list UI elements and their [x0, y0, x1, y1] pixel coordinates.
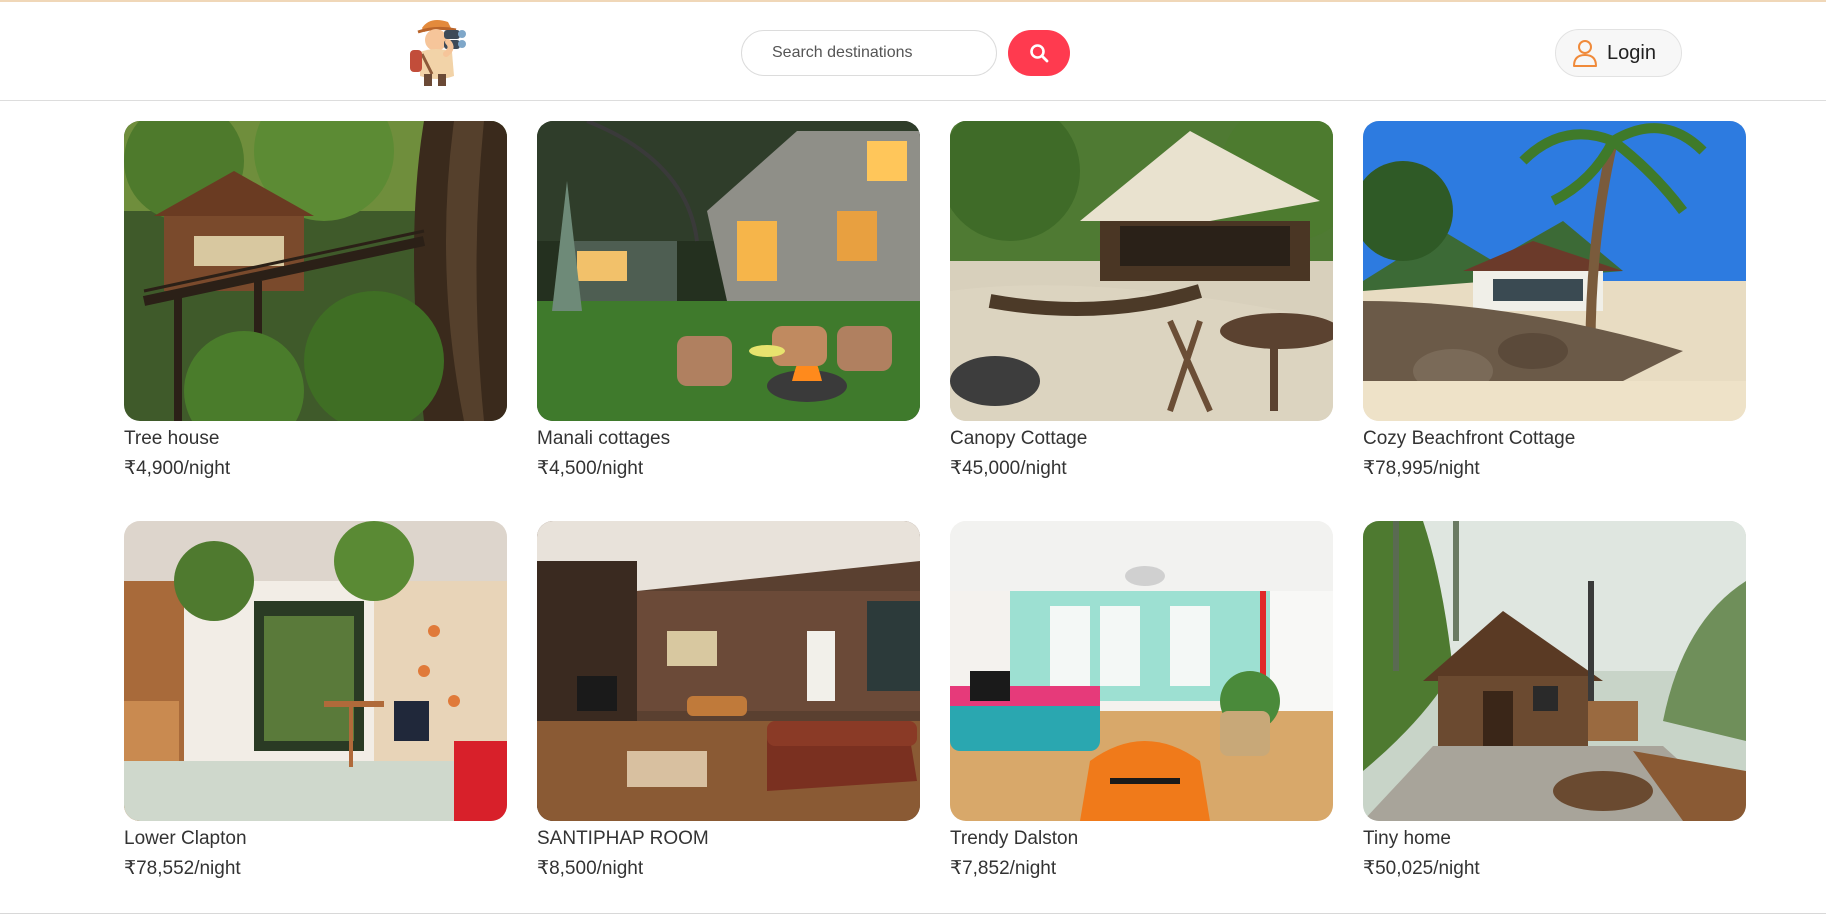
listing-title: Tree house: [124, 428, 220, 449]
listing-price: ₹4,500/night: [537, 458, 644, 479]
user-icon: [1573, 40, 1597, 67]
listing-title: Canopy Cottage: [950, 428, 1088, 449]
search-button[interactable]: [1008, 30, 1070, 76]
listing-image-cozy-beachfront-cottage[interactable]: [1363, 121, 1746, 421]
listing-title: Tiny home: [1363, 828, 1451, 849]
listing-image-santiphap-room[interactable]: [537, 521, 920, 821]
listing-card[interactable]: Tiny home ₹50,025/night: [1363, 521, 1746, 882]
explorer-logo-icon[interactable]: [408, 16, 474, 88]
listing-card[interactable]: Lower Clapton ₹78,552/night: [124, 521, 507, 882]
listing-card[interactable]: Canopy Cottage ₹45,000/night: [950, 121, 1333, 482]
listing-price: ₹50,025/night: [1363, 858, 1480, 879]
search-icon: [1030, 44, 1049, 63]
header: Login: [0, 2, 1826, 101]
listing-price: ₹78,552/night: [124, 858, 241, 879]
listing-price: ₹7,852/night: [950, 858, 1057, 879]
listing-card[interactable]: Tree house ₹4,900/night: [124, 121, 507, 482]
listing-title: SANTIPHAP ROOM: [537, 828, 709, 849]
listing-title: Cozy Beachfront Cottage: [1363, 428, 1576, 449]
footer-divider: [0, 913, 1826, 914]
listing-title: Manali cottages: [537, 428, 671, 449]
listing-title: Trendy Dalston: [950, 828, 1079, 849]
listing-image-canopy-cottage[interactable]: [950, 121, 1333, 421]
listing-card[interactable]: Cozy Beachfront Cottage ₹78,995/night: [1363, 121, 1746, 482]
search-bar: [741, 30, 1071, 78]
listing-card[interactable]: Trendy Dalston ₹7,852/night: [950, 521, 1333, 882]
listing-price: ₹45,000/night: [950, 458, 1067, 479]
listing-image-tree-house[interactable]: [124, 121, 507, 421]
listing-title: Lower Clapton: [124, 828, 247, 849]
listing-card[interactable]: Manali cottages ₹4,500/night: [537, 121, 920, 482]
listing-price: ₹8,500/night: [537, 858, 644, 879]
login-button[interactable]: Login: [1555, 29, 1682, 77]
search-input[interactable]: [741, 30, 997, 76]
listing-image-tiny-home[interactable]: [1363, 521, 1746, 821]
listing-image-trendy-dalston[interactable]: [950, 521, 1333, 821]
login-label: Login: [1607, 41, 1656, 64]
listing-price: ₹4,900/night: [124, 458, 231, 479]
listing-image-manali-cottages[interactable]: [537, 121, 920, 421]
listing-image-lower-clapton[interactable]: [124, 521, 507, 821]
listing-price: ₹78,995/night: [1363, 458, 1480, 479]
page: Login Tree house: [0, 0, 1826, 915]
listing-card[interactable]: SANTIPHAP ROOM ₹8,500/night: [537, 521, 920, 882]
